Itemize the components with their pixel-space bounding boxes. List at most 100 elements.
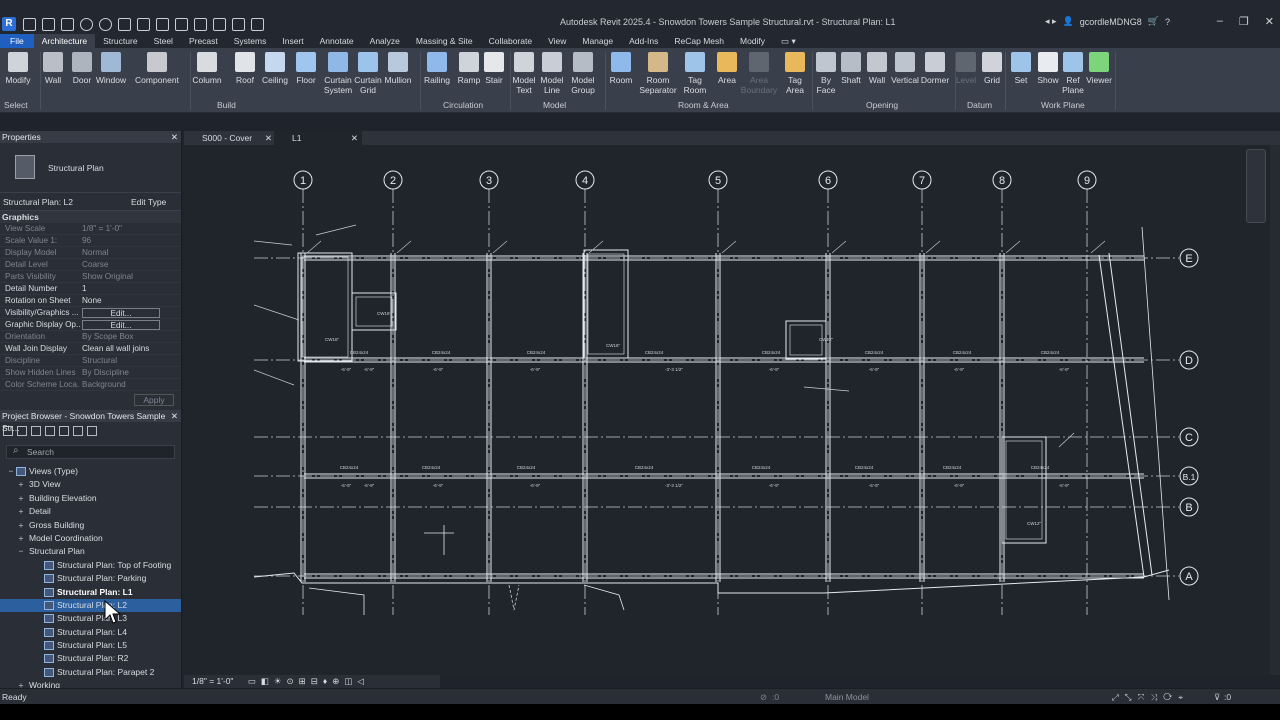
section-icon[interactable]	[213, 17, 226, 31]
browser-group-item[interactable]: + Detail	[0, 505, 181, 518]
browser-view-item[interactable]: Structural Plan: L2	[0, 598, 181, 613]
expand-icon[interactable]: +	[16, 492, 26, 505]
tab-analyze[interactable]: Analyze	[362, 34, 408, 48]
tab-recap-mesh[interactable]: ReCap Mesh	[666, 34, 732, 48]
tab-massing-site[interactable]: Massing & Site	[408, 34, 481, 48]
property-row[interactable]: Wall Join Display Clean all wall joins	[0, 343, 181, 355]
browser-view-item[interactable]: Structural Plan: Parapet 2	[0, 666, 181, 679]
property-value[interactable]: Clean all wall joins	[80, 343, 170, 354]
tab-file[interactable]: File	[0, 34, 34, 48]
tab-precast[interactable]: Precast	[181, 34, 226, 48]
property-row[interactable]: Discipline Structural	[0, 355, 181, 367]
close-icon[interactable]: ✕	[1265, 15, 1274, 28]
instance-name[interactable]: Structural Plan: L2	[3, 197, 73, 207]
close-tab-icon[interactable]: ✕	[351, 131, 358, 145]
browser-group-item[interactable]: + Model Coordination	[0, 532, 181, 545]
selection-filter-icons[interactable]: ⤢⤡⤧⤨⟳⌖	[1112, 689, 1189, 705]
view-control-icons[interactable]: ▭◧☀⊙⊞⊟♦⊕◫◁	[248, 676, 369, 686]
ribbon-button-component[interactable]: Component	[129, 52, 185, 85]
browser-view-item[interactable]: Structural Plan: L1	[0, 586, 181, 599]
tab-systems[interactable]: Systems	[226, 34, 275, 48]
edit-button-box[interactable]: Edit...	[82, 308, 160, 318]
panel-label-room-area[interactable]: Room & Area	[678, 100, 729, 110]
browser-view-item[interactable]: Structural Plan: L3	[0, 612, 181, 625]
browser-group-item[interactable]: +3D View	[0, 478, 181, 491]
property-row[interactable]: Graphic Display Op... Edit...	[0, 319, 181, 331]
property-row[interactable]: Detail Level Coarse	[0, 259, 181, 271]
families-icon[interactable]	[59, 426, 69, 436]
browser-group-item[interactable]: + Gross Building	[0, 519, 181, 532]
close-icon[interactable]: ✕	[171, 131, 178, 143]
sheets-icon[interactable]	[45, 426, 55, 436]
property-row[interactable]: Scale Value 1: 96	[0, 235, 181, 247]
browser-view-item[interactable]: Structural Plan: L5	[0, 639, 181, 652]
graphics-group-header[interactable]: Graphics	[0, 211, 181, 223]
edit-type-button[interactable]: Edit Type	[131, 197, 166, 207]
expand-icon[interactable]: +	[16, 505, 26, 518]
ribbon-toggle-icon[interactable]: ▭ ▾	[773, 34, 804, 48]
worksets-icon[interactable]: ⊘	[760, 689, 767, 705]
browser-group-item[interactable]: + Working	[0, 679, 181, 688]
restore-icon[interactable]: ❐	[1239, 15, 1249, 28]
groups-icon[interactable]	[73, 426, 83, 436]
type-selector[interactable]: Structural Plan	[0, 143, 181, 193]
undo-icon[interactable]	[80, 17, 93, 31]
browser-group-item[interactable]: − Structural Plan	[0, 545, 181, 558]
navigation-bar[interactable]	[1246, 149, 1266, 223]
expand-icon[interactable]: +	[16, 679, 26, 688]
panel-label-select[interactable]: Select	[4, 100, 28, 110]
open-icon[interactable]	[23, 17, 36, 31]
expand-icon[interactable]: +	[16, 532, 26, 545]
panel-label-model[interactable]: Model	[543, 100, 566, 110]
browser-group-item[interactable]: + Building Elevation	[0, 492, 181, 505]
edit-button[interactable]: Edit...	[80, 319, 170, 330]
property-row[interactable]: Detail Number 1	[0, 283, 181, 295]
text-icon[interactable]	[175, 17, 188, 31]
close-hidden-icon[interactable]	[232, 17, 245, 31]
tab-modify[interactable]: Modify	[732, 34, 773, 48]
cart-icon[interactable]: 🛒	[1148, 16, 1159, 27]
property-row[interactable]: View Scale 1/8" = 1'-0"	[0, 223, 181, 235]
print-icon[interactable]	[118, 17, 131, 31]
property-row[interactable]: Orientation By Scope Box	[0, 331, 181, 343]
property-row[interactable]: Parts Visibility Show Original	[0, 271, 181, 283]
expand-icon[interactable]: +	[16, 519, 26, 532]
property-value[interactable]: 1	[80, 283, 170, 294]
panel-label-work-plane[interactable]: Work Plane	[1041, 100, 1085, 110]
tab-annotate[interactable]: Annotate	[312, 34, 362, 48]
sync-icon[interactable]	[61, 17, 74, 31]
user-icon[interactable]: 👤	[1063, 16, 1074, 27]
revit-logo-icon[interactable]: R	[2, 17, 16, 31]
browser-view-item[interactable]: Structural Plan: L4	[0, 626, 181, 639]
minimize-icon[interactable]: –	[1217, 15, 1223, 28]
panel-label-circulation[interactable]: Circulation	[443, 100, 483, 110]
nav-arrows-icon[interactable]: ◂ ▸	[1045, 16, 1057, 27]
expand-icon[interactable]: +	[16, 478, 26, 491]
save-icon[interactable]	[42, 17, 55, 31]
tab-manage[interactable]: Manage	[574, 34, 621, 48]
close-tab-icon[interactable]: ✕	[265, 131, 272, 145]
links-icon[interactable]	[87, 426, 97, 436]
design-options-model[interactable]: Main Model	[825, 689, 869, 705]
tab-add-ins[interactable]: Add-Ins	[621, 34, 666, 48]
panel-label-build[interactable]: Build	[217, 100, 236, 110]
browser-view-item[interactable]: Structural Plan: R2	[0, 652, 181, 665]
collapse-icon[interactable]: −	[16, 545, 26, 558]
view-tab-l1[interactable]: L1 ✕	[274, 131, 362, 145]
panel-label-opening[interactable]: Opening	[866, 100, 898, 110]
tab-architecture[interactable]: Architecture	[33, 34, 96, 48]
tab-insert[interactable]: Insert	[274, 34, 311, 48]
property-row[interactable]: Display Model Normal	[0, 247, 181, 259]
tab-structure[interactable]: Structure	[95, 34, 146, 48]
3d-view-icon[interactable]	[194, 17, 207, 31]
tab-view[interactable]: View	[540, 34, 574, 48]
dimension-icon[interactable]	[156, 17, 169, 31]
ribbon-button-viewer[interactable]: Viewer	[1071, 52, 1127, 85]
drawing-canvas[interactable]: 1 2 3 4 5 6 7 8 9 E D C B.1 B A CB24x24 CB24x24 CB24x24 CB…	[184, 145, 1270, 675]
browser-view-item[interactable]: Structural Plan: Top of Footing	[0, 559, 181, 572]
help-icon[interactable]: ?	[1165, 17, 1170, 27]
view-scale[interactable]: 1/8" = 1'-0"	[192, 676, 233, 686]
browser-group-item[interactable]: − Views (Type)	[0, 465, 181, 478]
measure-icon[interactable]	[137, 17, 150, 31]
property-row[interactable]: Color Scheme Loca... Background	[0, 379, 181, 391]
